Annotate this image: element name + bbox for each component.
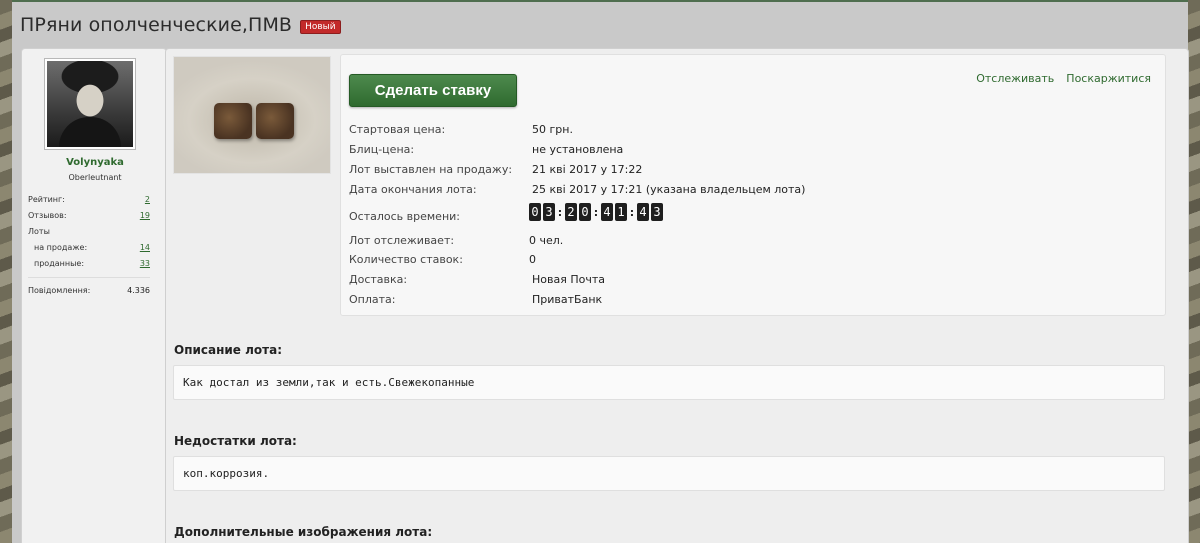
stat-label: проданные: — [34, 258, 85, 268]
background-right — [1188, 0, 1200, 543]
row-label: Блиц-цена: — [349, 143, 415, 156]
row-value: 0 — [529, 253, 536, 266]
row-label: Стартовая цена: — [349, 123, 446, 136]
stat-value-link[interactable]: 2 — [145, 195, 150, 204]
description-text: Как достал из земли,так и есть.Свежекопа… — [183, 376, 475, 389]
row-value: 21 кві 2017 у 17:22 — [532, 163, 643, 176]
username[interactable]: Volynyaka — [22, 157, 168, 168]
row-value: 50 грн. — [532, 123, 573, 136]
user-card: Volynyaka Oberleutnant Рейтинг: 2 Отзыво… — [21, 48, 175, 543]
title-row: ПРяни ополченческие,ПМВ Новый — [20, 14, 341, 36]
complain-link[interactable]: Поскаржитися — [1066, 72, 1151, 85]
lot-info: Сделать ставку Отслеживать Поскаржитися … — [340, 54, 1166, 316]
row-value: ПриватБанк — [532, 293, 603, 306]
stat-value: 4.336 — [127, 285, 150, 295]
timer-digit: 4 — [601, 203, 613, 221]
avatar[interactable] — [44, 58, 136, 150]
stat-value-link[interactable]: 19 — [140, 211, 150, 220]
page-title: ПРяни ополченческие,ПМВ — [20, 14, 293, 36]
timer-digit: 2 — [565, 203, 577, 221]
user-rank: Oberleutnant — [68, 173, 122, 182]
row-value: 0 чел. — [529, 234, 564, 247]
page: ПРяни ополченческие,ПМВ Новый Volynyaka … — [12, 0, 1189, 543]
defects-box: коп.коррозия. — [173, 456, 1165, 491]
stat-value-link[interactable]: 33 — [140, 259, 150, 268]
timer-colon: : — [593, 205, 599, 219]
row-value: 25 кві 2017 у 17:21 (указана владельцем … — [532, 183, 806, 196]
background-left — [0, 0, 12, 543]
stat-label: на продаже: — [34, 242, 88, 252]
row-label: Лот отслеживает: — [349, 234, 455, 247]
stat-sold: проданные: 33 — [28, 255, 150, 271]
images-title: Дополнительные изображения лота: — [174, 525, 433, 539]
stat-label: Лоты — [28, 226, 50, 236]
avatar-image — [47, 61, 133, 147]
row-value: Новая Почта — [532, 273, 605, 286]
stat-value-link[interactable]: 14 — [140, 243, 150, 252]
timer-colon: : — [629, 205, 635, 219]
stat-label: Отзывов: — [28, 210, 67, 220]
timer-digit: 4 — [637, 203, 649, 221]
stat-divider — [28, 277, 150, 278]
row-label: Доставка: — [349, 273, 408, 286]
row-label: Дата окончания лота: — [349, 183, 477, 196]
watch-link[interactable]: Отслеживать — [976, 72, 1054, 85]
countdown-timer: 0 3 : 2 0 : 4 1 : 4 3 — [529, 203, 663, 221]
row-label: Лот выставлен на продажу: — [349, 163, 513, 176]
timer-digit: 1 — [615, 203, 627, 221]
place-bid-button[interactable]: Сделать ставку — [349, 74, 517, 107]
stat-on-sale: на продаже: 14 — [28, 239, 150, 255]
lot-photo[interactable] — [173, 56, 331, 174]
user-stats: Рейтинг: 2 Отзывов: 19 Лоты на продаже: … — [28, 191, 150, 298]
lot-actions: Отслеживать Поскаржитися — [976, 72, 1151, 85]
stat-lots-heading: Лоты — [28, 223, 150, 239]
stat-label: Рейтинг: — [28, 194, 65, 204]
defects-text: коп.коррозия. — [183, 467, 270, 480]
stat-rating: Рейтинг: 2 — [28, 191, 150, 207]
item-image-right — [256, 103, 294, 139]
row-label: Оплата: — [349, 293, 396, 306]
row-label: Количество ставок: — [349, 253, 463, 266]
timer-colon: : — [557, 205, 563, 219]
stat-reviews: Отзывов: 19 — [28, 207, 150, 223]
row-value: не установлена — [532, 143, 624, 156]
item-image-left — [214, 103, 252, 139]
stat-messages: Повідомлення: 4.336 — [28, 282, 150, 298]
new-badge: Новый — [300, 20, 341, 34]
timer-digit: 3 — [651, 203, 663, 221]
description-title: Описание лота: — [174, 343, 283, 357]
row-label: Осталось времени: — [349, 210, 460, 223]
timer-digit: 0 — [529, 203, 541, 221]
defects-title: Недостатки лота: — [174, 434, 297, 448]
timer-digit: 3 — [543, 203, 555, 221]
stat-label: Повідомлення: — [28, 285, 91, 295]
lot-panel: Сделать ставку Отслеживать Поскаржитися … — [165, 48, 1189, 543]
timer-digit: 0 — [579, 203, 591, 221]
description-box: Как достал из земли,так и есть.Свежекопа… — [173, 365, 1165, 400]
